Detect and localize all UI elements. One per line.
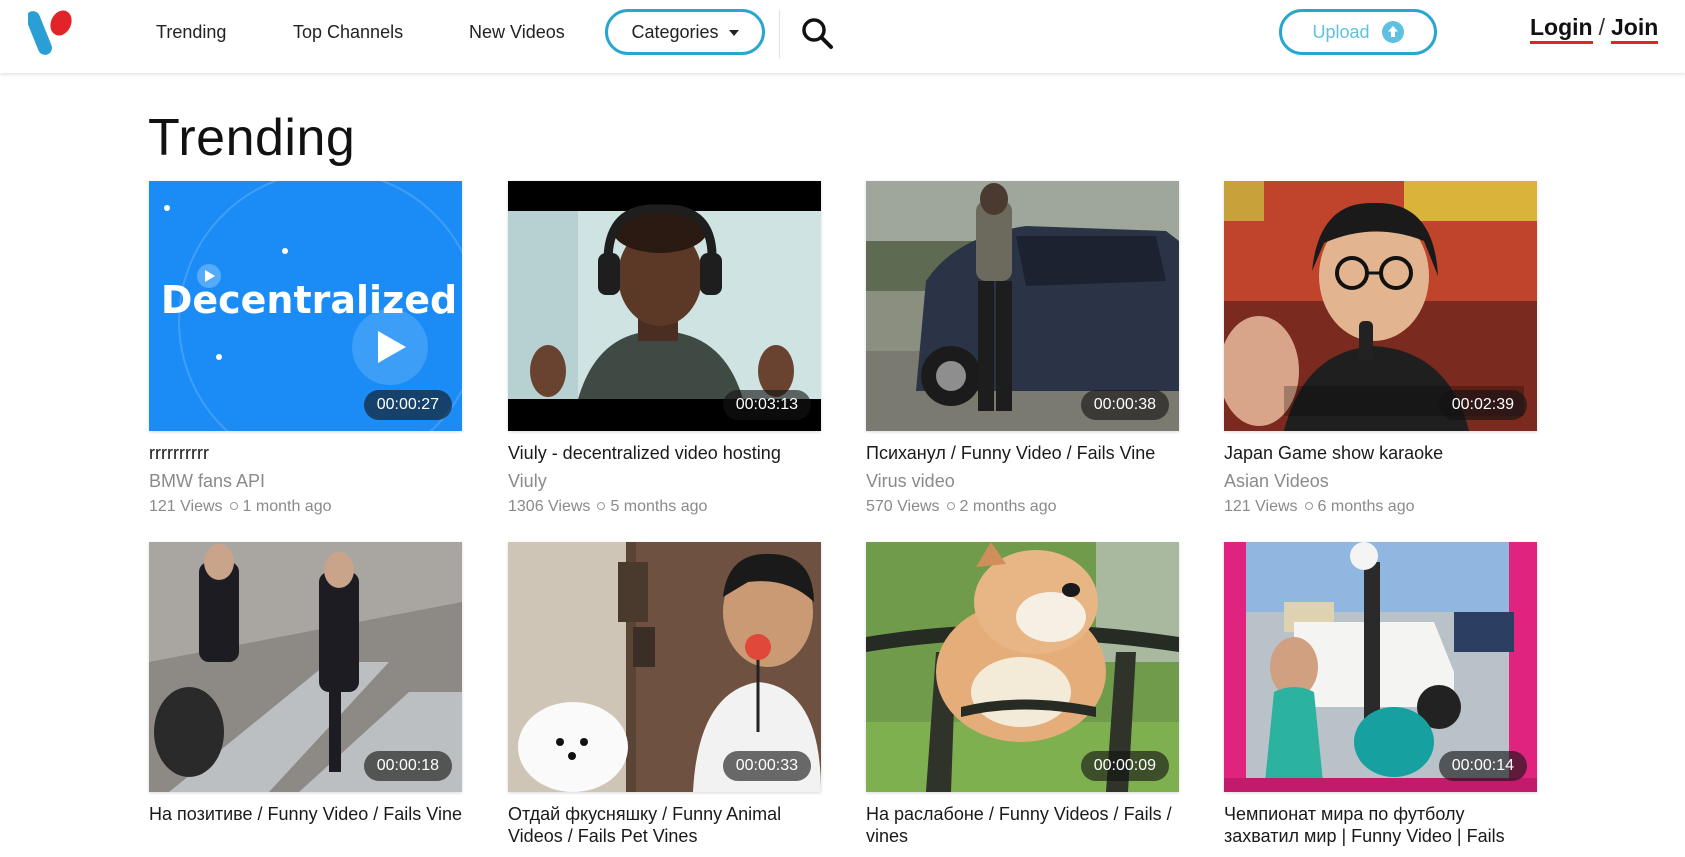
upload-arrow-icon: [1381, 21, 1404, 43]
video-title[interactable]: Психанул / Funny Video / Fails Vine: [866, 442, 1179, 464]
thumbnail-text: Decentralized: [161, 278, 457, 322]
upload-button[interactable]: Upload: [1279, 9, 1437, 55]
upload-label: Upload: [1312, 21, 1370, 42]
video-thumbnail[interactable]: 00:00:38: [866, 181, 1179, 431]
duration-badge: 00:00:18: [363, 751, 452, 781]
video-thumbnail[interactable]: 00:00:09: [866, 542, 1179, 792]
video-thumbnail[interactable]: 00:00:14: [1224, 542, 1537, 792]
video-thumbnail[interactable]: Decentralized 00:00:27: [149, 181, 462, 431]
video-card: 00:00:18 На позитиве / Funny Video / Fai…: [149, 542, 462, 825]
upload-age: 5 months ago: [610, 498, 708, 515]
view-count: 570 Views: [866, 498, 940, 515]
login-link[interactable]: Login: [1530, 14, 1593, 44]
channel-name[interactable]: BMW fans API: [149, 471, 462, 492]
categories-label: Categories: [631, 21, 719, 42]
video-title[interactable]: rrrrrrrrrr: [149, 442, 462, 464]
caret-down-icon: [728, 30, 739, 36]
video-thumbnail[interactable]: 00:00:33: [508, 542, 821, 792]
upload-age: 2 months ago: [959, 498, 1057, 515]
duration-badge: 00:00:14: [1438, 751, 1527, 781]
view-count: 121 Views: [149, 498, 223, 515]
video-card: 00:03:13 Viuly - decentralized video hos…: [508, 181, 821, 516]
view-count: 121 Views: [1224, 498, 1298, 515]
channel-name[interactable]: Asian Videos: [1224, 471, 1537, 492]
nav-new-videos[interactable]: New Videos: [469, 22, 565, 43]
separator-dot: [946, 501, 955, 510]
duration-badge: 00:00:38: [1080, 390, 1169, 420]
separator-dot: [597, 501, 606, 510]
viuly-logo[interactable]: [28, 6, 80, 60]
nav-top-channels[interactable]: Top Channels: [293, 22, 403, 43]
duration-badge: 00:00:09: [1080, 751, 1169, 781]
video-card: 00:00:33 Отдай фкусняшку / Funny Animal …: [508, 542, 821, 847]
categories-dropdown[interactable]: Categories: [605, 9, 765, 55]
search-icon[interactable]: [800, 16, 834, 50]
nav-trending[interactable]: Trending: [156, 22, 226, 43]
video-card: 00:00:14 Чемпионат мира по футболу захва…: [1224, 542, 1537, 847]
video-card: Decentralized 00:00:27 rrrrrrrrrr BMW fa…: [149, 181, 462, 516]
video-title[interactable]: На раслабоне / Funny Videos / Fails / vi…: [866, 803, 1179, 847]
duration-badge: 00:02:39: [1438, 390, 1527, 420]
upload-age: 1 month ago: [242, 498, 332, 515]
video-thumbnail[interactable]: 00:00:18: [149, 542, 462, 792]
auth-slash: /: [1598, 14, 1605, 40]
video-thumbnail[interactable]: 00:03:13: [508, 181, 821, 431]
video-title[interactable]: Чемпионат мира по футболу захватил мир |…: [1224, 803, 1537, 847]
channel-name[interactable]: Virus video: [866, 471, 1179, 492]
video-title[interactable]: Japan Game show karaoke: [1224, 442, 1537, 464]
video-card: 00:00:09 На раслабоне / Funny Videos / F…: [866, 542, 1179, 847]
video-title[interactable]: Viuly - decentralized video hosting: [508, 442, 821, 464]
video-meta: 121 Views 6 months ago: [1224, 498, 1537, 516]
video-title[interactable]: Отдай фкусняшку / Funny Animal Videos / …: [508, 803, 821, 847]
view-count: 1306 Views: [508, 498, 591, 515]
channel-name[interactable]: Viuly: [508, 471, 821, 492]
nav-divider: [779, 10, 780, 58]
page-title: Trending: [148, 109, 356, 167]
video-card: 00:02:39 Japan Game show karaoke Asian V…: [1224, 181, 1537, 516]
video-thumbnail[interactable]: 00:02:39: [1224, 181, 1537, 431]
join-link[interactable]: Join: [1610, 14, 1659, 44]
duration-badge: 00:00:33: [722, 751, 811, 781]
upload-age: 6 months ago: [1317, 498, 1415, 515]
video-card: 00:00:38 Психанул / Funny Video / Fails …: [866, 181, 1179, 516]
video-meta: 570 Views 2 months ago: [866, 498, 1179, 516]
separator-dot: [1304, 501, 1313, 510]
duration-badge: 00:03:13: [722, 390, 811, 420]
video-title[interactable]: На позитиве / Funny Video / Fails Vine: [149, 803, 462, 825]
top-navbar: Trending Top Channels New Videos Categor…: [0, 0, 1685, 73]
video-meta: 1306 Views 5 months ago: [508, 498, 821, 516]
auth-links: Login / Join: [1530, 14, 1659, 44]
separator-dot: [229, 501, 238, 510]
video-meta: 121 Views 1 month ago: [149, 498, 462, 516]
duration-badge: 00:00:27: [363, 390, 452, 420]
